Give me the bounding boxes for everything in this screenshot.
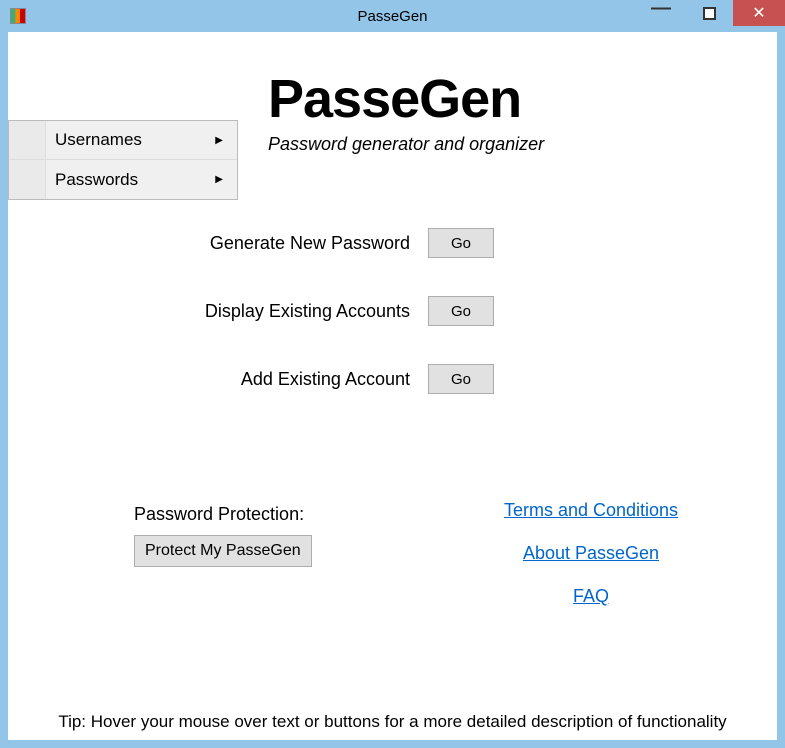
chevron-right-icon: ▶ bbox=[215, 135, 223, 146]
header: PasseGen Password generator and organize… bbox=[268, 68, 608, 155]
action-row-generate: Generate New Password Go bbox=[198, 228, 538, 258]
chevron-right-icon: ▶ bbox=[215, 174, 223, 185]
go-button-generate[interactable]: Go bbox=[428, 228, 494, 258]
titlebar: PasseGen — ✕ bbox=[0, 0, 785, 32]
client-area: Usernames ▶ Passwords ▶ PasseGen Passwor… bbox=[8, 32, 777, 740]
menu-label: Passwords bbox=[55, 170, 138, 190]
action-label: Display Existing Accounts bbox=[198, 301, 428, 322]
link-terms[interactable]: Terms and Conditions bbox=[481, 500, 701, 521]
link-about[interactable]: About PasseGen bbox=[481, 543, 701, 564]
app-icon bbox=[10, 8, 26, 24]
protection-panel: Password Protection: Protect My PasseGen bbox=[134, 504, 312, 567]
maximize-button[interactable] bbox=[685, 0, 733, 26]
action-label: Add Existing Account bbox=[198, 369, 428, 390]
protect-button[interactable]: Protect My PasseGen bbox=[134, 535, 312, 567]
links-panel: Terms and Conditions About PasseGen FAQ bbox=[481, 500, 701, 629]
actions-panel: Generate New Password Go Display Existin… bbox=[198, 228, 538, 432]
go-button-display[interactable]: Go bbox=[428, 296, 494, 326]
window-controls: — ✕ bbox=[637, 0, 785, 26]
app-window: PasseGen — ✕ Usernames ▶ Passwords ▶ Pas… bbox=[0, 0, 785, 748]
close-button[interactable]: ✕ bbox=[733, 0, 785, 26]
minimize-button[interactable]: — bbox=[637, 0, 685, 26]
window-title: PasseGen bbox=[357, 8, 427, 25]
menu-label: Usernames bbox=[55, 130, 142, 150]
menu-item-usernames[interactable]: Usernames ▶ bbox=[9, 121, 237, 160]
action-row-add: Add Existing Account Go bbox=[198, 364, 538, 394]
menu-item-passwords[interactable]: Passwords ▶ bbox=[9, 160, 237, 199]
action-label: Generate New Password bbox=[198, 233, 428, 254]
action-row-display: Display Existing Accounts Go bbox=[198, 296, 538, 326]
app-title: PasseGen bbox=[268, 68, 608, 130]
menu-bar: Usernames ▶ Passwords ▶ bbox=[8, 120, 238, 200]
link-faq[interactable]: FAQ bbox=[481, 586, 701, 607]
protection-label: Password Protection: bbox=[134, 504, 312, 525]
app-subtitle: Password generator and organizer bbox=[268, 134, 608, 155]
tip-text: Tip: Hover your mouse over text or butto… bbox=[8, 712, 777, 732]
go-button-add[interactable]: Go bbox=[428, 364, 494, 394]
